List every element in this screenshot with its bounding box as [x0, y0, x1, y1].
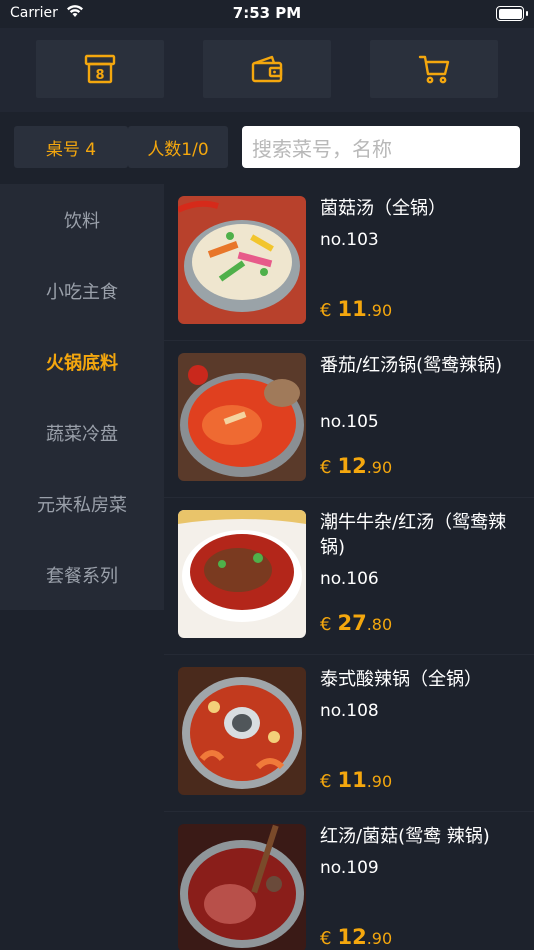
- dish-item[interactable]: 泰式酸辣锅（全锅） no.108 €11.90: [164, 655, 534, 812]
- dish-item[interactable]: 红汤/菌菇(鸳鸯 辣锅) no.109 €12.90: [164, 812, 534, 950]
- dish-list: 菌菇汤（全锅） no.103 €11.90 番茄/红汤锅(鸳鸯辣锅) no.10…: [164, 184, 534, 950]
- price-integer: 12: [337, 454, 367, 478]
- dish-photo: [178, 196, 306, 324]
- price-decimal: .90: [366, 301, 393, 320]
- table-number-button[interactable]: 桌号 4: [14, 126, 128, 168]
- price-decimal: .90: [366, 458, 393, 477]
- dish-name: 番茄/红汤锅(鸳鸯辣锅): [320, 355, 503, 376]
- currency-symbol: €: [320, 614, 332, 635]
- dish-code: no.108: [320, 701, 379, 721]
- dish-name: 潮牛牛杂/红汤（鸳鸯辣锅): [320, 512, 507, 558]
- dish-code: no.103: [320, 230, 379, 250]
- price-integer: 11: [337, 768, 367, 792]
- dish-name: 泰式酸辣锅（全锅）: [320, 669, 482, 690]
- dish-price: €11.90: [320, 768, 392, 792]
- wallet-button[interactable]: [203, 40, 331, 98]
- category-hotpot-base[interactable]: 火锅底料: [0, 326, 164, 397]
- dish-code: no.109: [320, 858, 379, 878]
- dish-item[interactable]: 潮牛牛杂/红汤（鸳鸯辣锅) no.106 €27.80: [164, 498, 534, 655]
- price-integer: 12: [337, 925, 367, 949]
- price-integer: 27: [337, 611, 367, 635]
- dish-name: 红汤/菌菇(鸳鸯 辣锅): [320, 826, 490, 847]
- battery-icon: [496, 6, 528, 21]
- dish-photo: [178, 667, 306, 795]
- search-input[interactable]: 搜索菜号，名称: [242, 126, 520, 168]
- dish-price: €11.90: [320, 297, 392, 321]
- currency-symbol: €: [320, 457, 332, 478]
- category-drinks[interactable]: 饮料: [0, 184, 164, 255]
- people-count-button[interactable]: 人数1/0: [128, 126, 228, 168]
- dish-name: 菌菇汤（全锅）: [320, 198, 446, 219]
- cart-icon: [418, 55, 450, 84]
- dish-code: no.105: [320, 412, 379, 432]
- price-decimal: .90: [366, 929, 393, 948]
- dish-price: €12.90: [320, 925, 392, 949]
- dish-photo: [178, 510, 306, 638]
- orders-button[interactable]: 8: [36, 40, 164, 98]
- order-box-icon: 8: [84, 54, 116, 84]
- clock: 7:53 PM: [232, 4, 302, 22]
- dish-item[interactable]: 番茄/红汤锅(鸳鸯辣锅) no.105 €12.90: [164, 341, 534, 498]
- currency-symbol: €: [320, 300, 332, 321]
- top-toolbar: 8: [0, 28, 534, 112]
- dish-price: €12.90: [320, 454, 392, 478]
- category-sidebar: 饮料 小吃主食 火锅底料 蔬菜冷盘 元来私房菜 套餐系列: [0, 184, 164, 610]
- wallet-icon: [251, 55, 283, 83]
- cart-button[interactable]: [370, 40, 498, 98]
- dish-price: €27.80: [320, 611, 392, 635]
- status-bar: Carrier 7:53 PM: [0, 0, 534, 28]
- category-snacks[interactable]: 小吃主食: [0, 255, 164, 326]
- currency-symbol: €: [320, 771, 332, 792]
- price-integer: 11: [337, 297, 367, 321]
- currency-symbol: €: [320, 928, 332, 949]
- category-set-meals[interactable]: 套餐系列: [0, 539, 164, 610]
- category-private-dishes[interactable]: 元来私房菜: [0, 468, 164, 539]
- dish-photo: [178, 353, 306, 481]
- filter-bar: 桌号 4 人数1/0 搜索菜号，名称: [0, 112, 534, 184]
- dish-code: no.106: [320, 569, 379, 589]
- price-decimal: .80: [366, 615, 393, 634]
- dish-photo: [178, 824, 306, 950]
- price-decimal: .90: [366, 772, 393, 791]
- category-vegetables[interactable]: 蔬菜冷盘: [0, 397, 164, 468]
- dish-item[interactable]: 菌菇汤（全锅） no.103 €11.90: [164, 184, 534, 341]
- svg-text:8: 8: [95, 68, 104, 83]
